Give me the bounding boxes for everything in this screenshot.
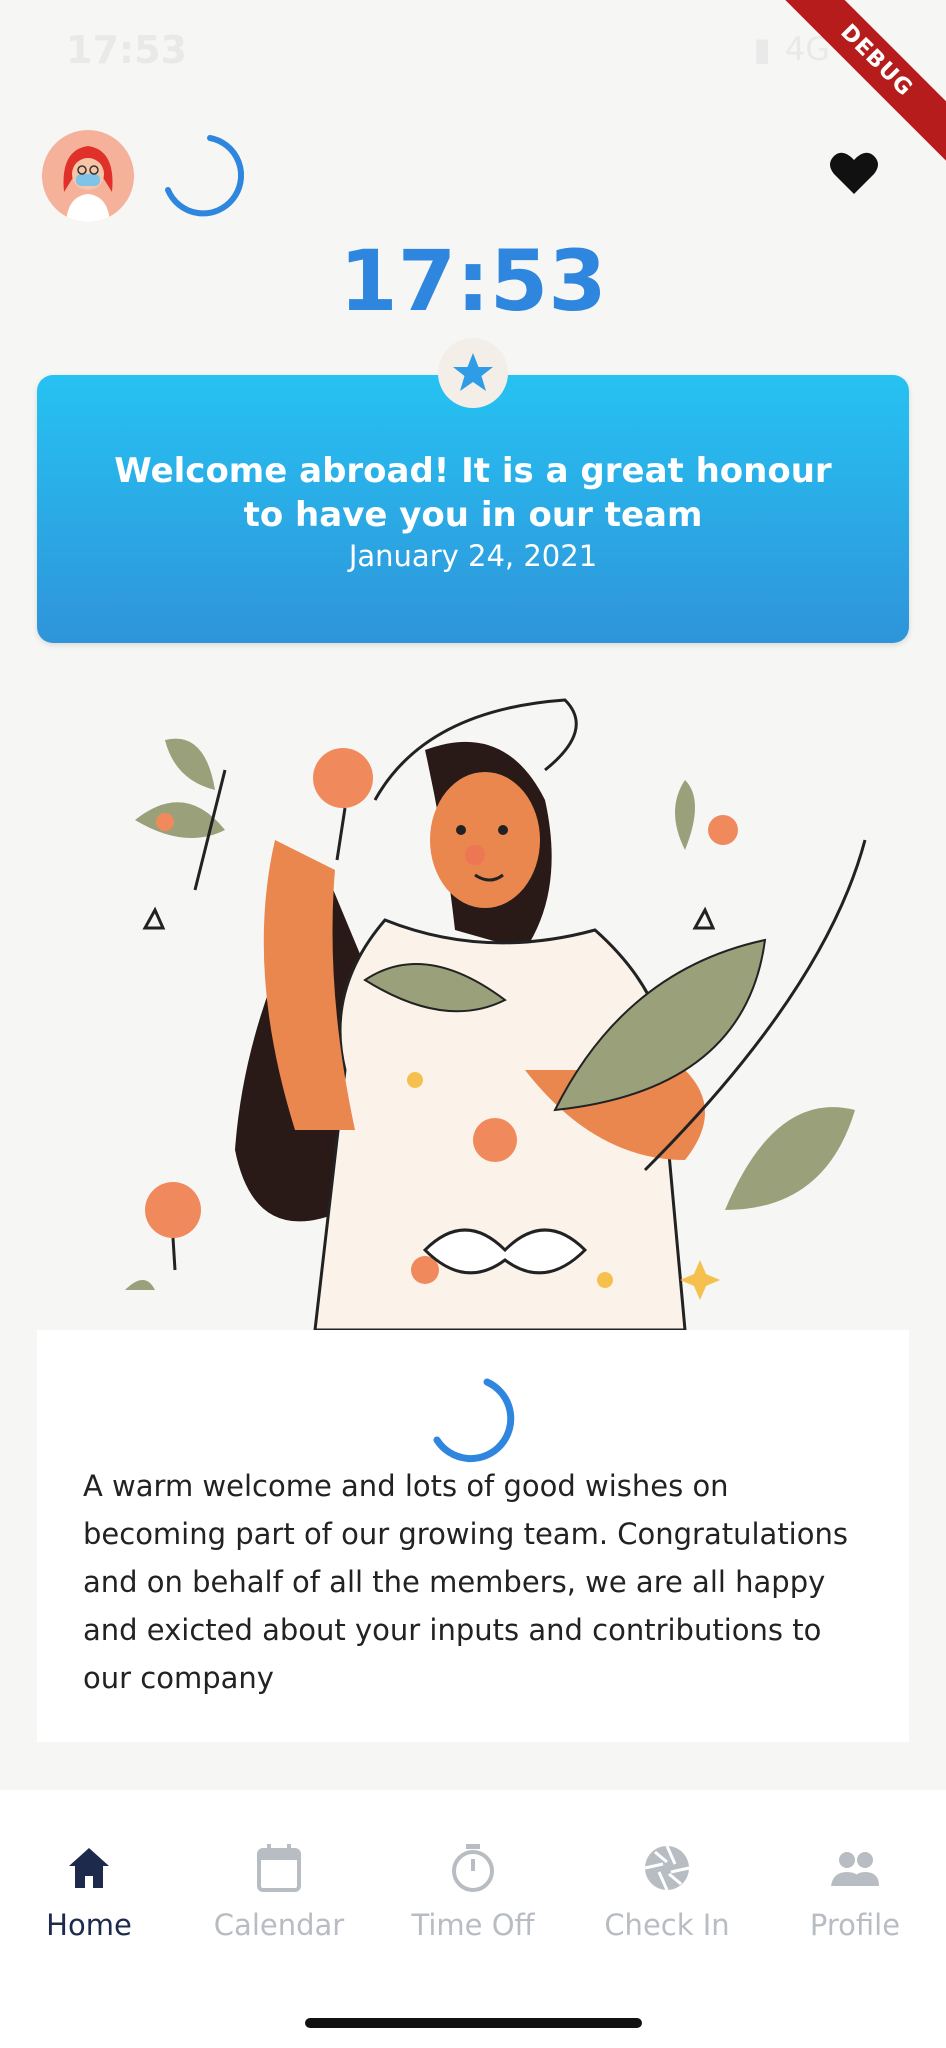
status-time: 17:53	[66, 28, 187, 72]
nav-label-home: Home	[46, 1908, 132, 1942]
home-icon	[69, 1848, 109, 1888]
nav-item-check-in[interactable]: Check In	[572, 1790, 762, 1960]
welcome-card: Welcome abroad! It is a great honour to …	[37, 375, 909, 643]
star-icon	[453, 353, 493, 391]
nav-item-home[interactable]: Home	[0, 1790, 184, 1960]
nav-label-time-off: Time Off	[411, 1908, 535, 1942]
shutter-icon	[644, 1845, 690, 1891]
timer-icon	[452, 1844, 494, 1892]
nav-item-profile[interactable]: Profile	[760, 1790, 946, 1960]
nav-label-calendar: Calendar	[213, 1908, 345, 1942]
current-time: 17:53	[339, 232, 607, 330]
nav-label-check-in: Check In	[604, 1908, 730, 1942]
loading-spinner	[433, 1378, 515, 1463]
home-indicator	[305, 2018, 642, 2028]
welcome-title: Welcome abroad! It is a great honour to …	[114, 451, 832, 535]
bottom-nav: Home Calendar Time Off Check In Profile	[0, 1790, 946, 2048]
message-card: A warm welcome and lots of good wishes o…	[37, 1330, 909, 1742]
avatar[interactable]	[42, 130, 134, 222]
people-icon	[831, 1852, 879, 1886]
avatar-illustration	[63, 146, 113, 222]
nav-label-profile: Profile	[809, 1908, 901, 1942]
nav-item-time-off[interactable]: Time Off	[378, 1790, 568, 1960]
star-badge	[438, 338, 508, 408]
loading-spinner	[165, 135, 245, 217]
welcome-date: January 24, 2021	[348, 539, 598, 573]
welcome-illustration	[125, 698, 867, 1330]
welcome-message: A warm welcome and lots of good wishes o…	[83, 1469, 848, 1695]
nav-item-calendar[interactable]: Calendar	[184, 1790, 374, 1960]
calendar-icon	[257, 1844, 301, 1892]
signal-icon: ▮	[753, 30, 771, 68]
heart-icon[interactable]	[828, 148, 880, 200]
